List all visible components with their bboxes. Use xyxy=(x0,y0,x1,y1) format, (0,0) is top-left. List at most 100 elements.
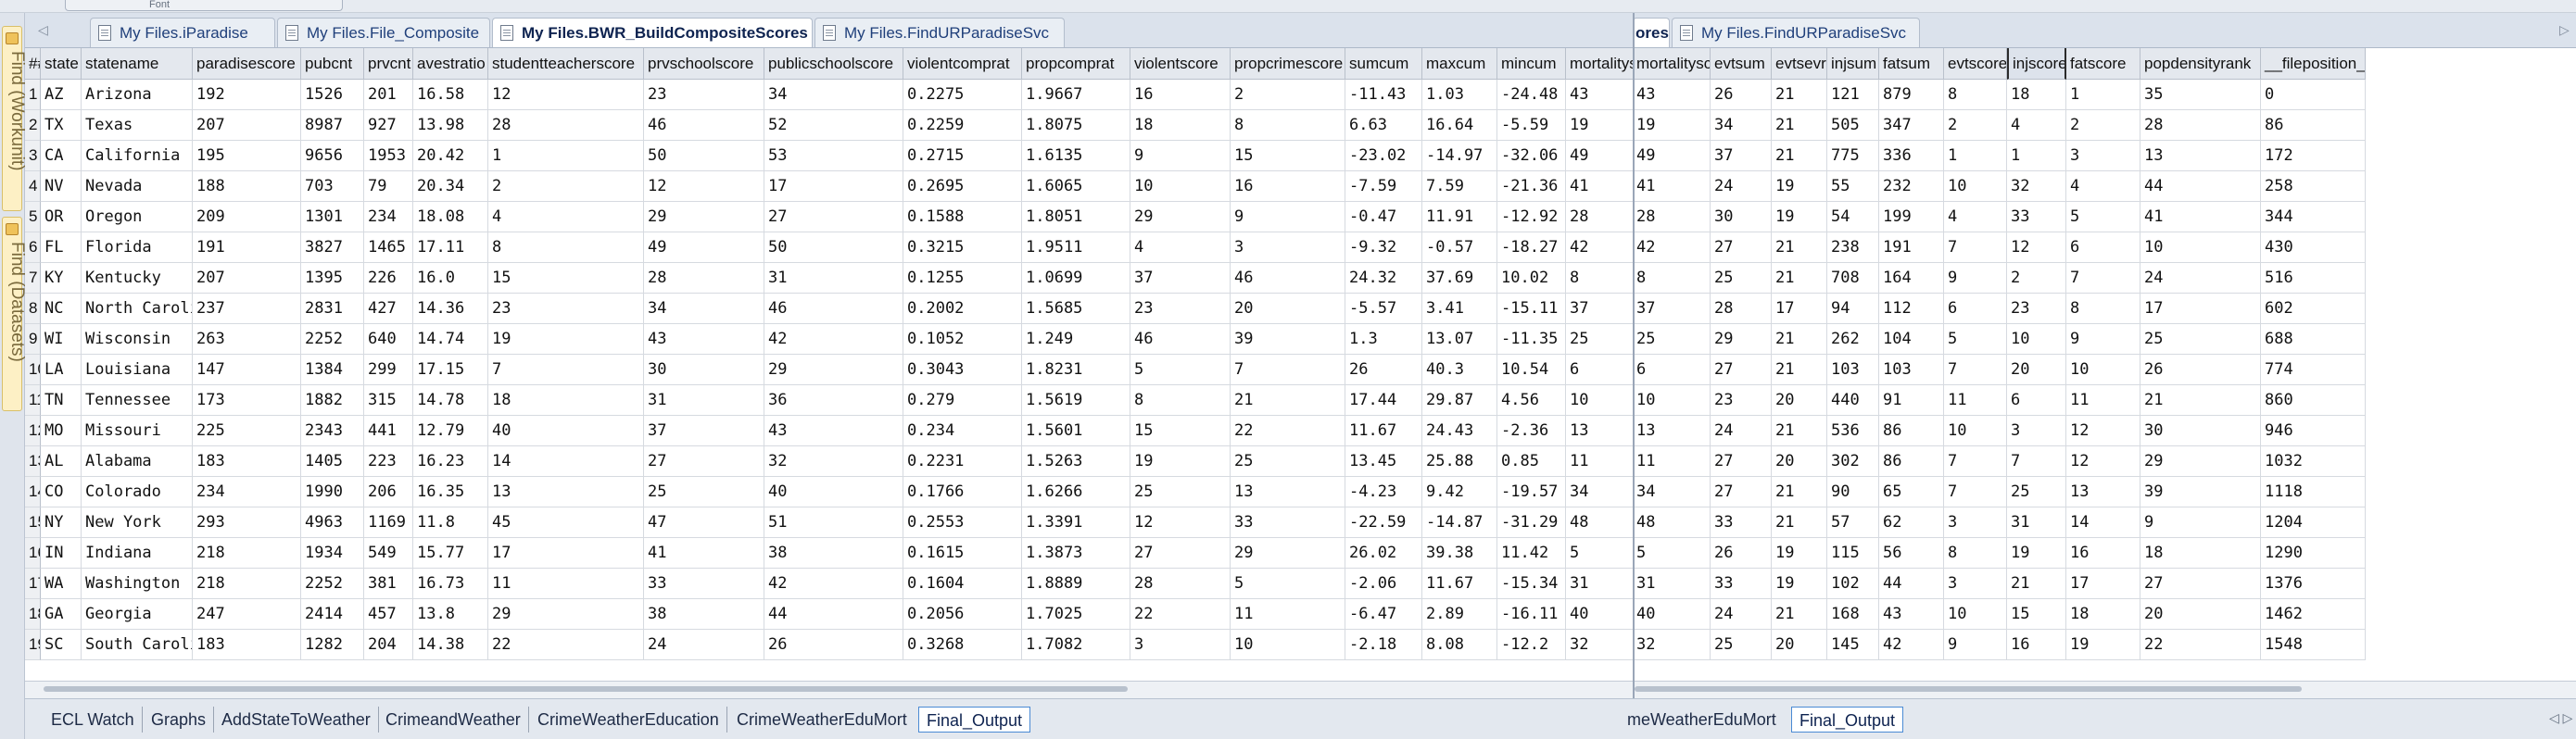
column-header[interactable]: propcrimescore xyxy=(1231,48,1345,80)
horizontal-scrollbar-right[interactable] xyxy=(1635,681,2576,698)
table-cell: 3.41 xyxy=(1422,294,1497,324)
tab-crimeweatheredumort-right[interactable]: meWeatherEduMort xyxy=(1627,707,1784,733)
tab-ecl-watch[interactable]: ECL Watch xyxy=(44,707,143,733)
column-header[interactable]: state xyxy=(41,48,82,80)
table-cell: 302 xyxy=(1827,446,1879,477)
table-cell: 33 xyxy=(1711,507,1772,538)
table-cell: 16.35 xyxy=(413,477,488,507)
table-cell: 7 xyxy=(1944,355,2007,385)
table-cell: 8 xyxy=(1635,263,1711,294)
tab-scroll-right-icon[interactable]: ▷ xyxy=(2559,22,2570,38)
tab-addstatetoweather[interactable]: AddStateToWeather xyxy=(214,707,379,733)
column-header[interactable]: mortalityscore xyxy=(1635,48,1711,80)
column-header[interactable]: evtsum xyxy=(1711,48,1772,80)
table-cell: 3 xyxy=(1130,630,1231,660)
table-cell: 293 xyxy=(193,507,301,538)
table-cell: 1118 xyxy=(2261,477,2366,507)
column-header[interactable]: fatscore xyxy=(2066,48,2140,80)
table-cell: 17.15 xyxy=(413,355,488,385)
table-cell: 18 xyxy=(2007,80,2066,110)
table-cell: 24 xyxy=(2140,263,2261,294)
column-header[interactable]: evtsevrat xyxy=(1772,48,1827,80)
document-tab-bar: ◁ My Files.iParadise My Files.File_Compo… xyxy=(25,13,1633,48)
tab-crimeweathereducation[interactable]: CrimeWeatherEducation xyxy=(530,707,727,733)
table-cell: 9 xyxy=(1944,263,2007,294)
find-workunit-tab[interactable]: Find (Workunit) xyxy=(2,26,27,211)
table-cell: 53 xyxy=(764,141,903,171)
column-header[interactable]: injscore xyxy=(2007,48,2066,80)
column-header[interactable]: injsum xyxy=(1827,48,1879,80)
table-cell: 9656 xyxy=(301,141,364,171)
table-cell: 28 xyxy=(1566,202,1633,232)
column-header[interactable]: __fileposition__ xyxy=(2261,48,2366,80)
table-cell: 192 xyxy=(193,80,301,110)
tab-file-composite[interactable]: My Files.File_Composite xyxy=(277,18,490,47)
tab-findurparadisesvc[interactable]: My Files.FindURParadiseSvc xyxy=(814,18,1065,47)
table-cell: Texas xyxy=(82,110,193,141)
result-grid-right[interactable]: mortalityscoreevtsumevtsevratinjsumfatsu… xyxy=(1635,48,2576,681)
table-cell: 201 xyxy=(364,80,413,110)
table-cell: -24.48 xyxy=(1497,80,1566,110)
top-toolbar-strip: Font xyxy=(0,0,2576,13)
scrollbar-thumb[interactable] xyxy=(1635,686,2302,692)
table-cell: 33 xyxy=(644,569,764,599)
tab-final-output-right[interactable]: Final_Output xyxy=(1791,707,1904,733)
column-header[interactable]: mincum xyxy=(1497,48,1566,80)
column-header[interactable]: fatsum xyxy=(1879,48,1944,80)
font-tab[interactable]: Font xyxy=(65,0,343,11)
table-cell: 20 xyxy=(1772,446,1827,477)
column-header[interactable]: evtscore xyxy=(1944,48,2007,80)
scrollbar-thumb[interactable] xyxy=(44,686,1128,692)
table-cell: 33 xyxy=(2007,202,2066,232)
table-cell: 1169 xyxy=(364,507,413,538)
table-cell: 10 xyxy=(2007,324,2066,355)
horizontal-scrollbar[interactable] xyxy=(25,681,1633,698)
table-cell: 218 xyxy=(193,569,301,599)
column-header[interactable]: violentcomprat xyxy=(903,48,1022,80)
find-datasets-tab[interactable]: Find (Datasets) xyxy=(2,217,27,411)
column-header[interactable]: statename xyxy=(82,48,193,80)
column-header[interactable]: paradisescore xyxy=(193,48,301,80)
tab-iparadise[interactable]: My Files.iParadise xyxy=(90,18,275,47)
tab-final-output[interactable]: Final_Output xyxy=(918,707,1031,733)
table-cell: 43 xyxy=(1635,80,1711,110)
column-header[interactable]: ## xyxy=(25,48,41,80)
tab-crimeandweather[interactable]: CrimeandWeather xyxy=(378,707,529,733)
tab-bwr-buildcompositescores[interactable]: My Files.BWR_BuildCompositeScores xyxy=(492,18,813,47)
column-header[interactable]: prvschoolscore xyxy=(644,48,764,80)
column-header[interactable]: sumcum xyxy=(1345,48,1422,80)
table-cell: 8 xyxy=(488,232,644,263)
tab-crimeweatheredumort[interactable]: CrimeWeatherEduMort xyxy=(729,707,915,733)
tab-findurparadisesvc-right[interactable]: My Files.FindURParadiseSvc xyxy=(1672,18,1920,47)
column-header[interactable]: popdensityrank xyxy=(2140,48,2261,80)
column-header[interactable]: propcomprat xyxy=(1022,48,1130,80)
table-cell: 16.73 xyxy=(413,569,488,599)
column-header[interactable]: publicschoolscore xyxy=(764,48,903,80)
table-cell: 263 xyxy=(193,324,301,355)
column-header[interactable]: mortalityscore xyxy=(1566,48,1633,80)
table-cell: -16.11 xyxy=(1497,599,1566,630)
tab-scroll-left-icon[interactable]: ◁ xyxy=(38,22,48,38)
column-header[interactable]: maxcum xyxy=(1422,48,1497,80)
table-cell: 11.67 xyxy=(1422,569,1497,599)
table-cell: 26 xyxy=(1711,80,1772,110)
table-cell: 16 xyxy=(1130,80,1231,110)
table-cell: 8 xyxy=(2066,294,2140,324)
table-cell: 18 xyxy=(488,385,644,416)
column-header[interactable]: prvcnt xyxy=(364,48,413,80)
table-cell: 10 xyxy=(2066,355,2140,385)
tab-composite-scores-partial[interactable]: ores xyxy=(1635,18,1670,47)
column-header[interactable]: studentteacherscore xyxy=(488,48,644,80)
table-cell: Washington xyxy=(82,569,193,599)
table-cell: 1384 xyxy=(301,355,364,385)
table-cell: 31 xyxy=(1566,569,1633,599)
table-cell: 41 xyxy=(2140,202,2261,232)
column-header[interactable]: violentscore xyxy=(1130,48,1231,80)
table-cell: 10.54 xyxy=(1497,355,1566,385)
table-cell: 12 xyxy=(2007,232,2066,263)
result-grid[interactable]: ##statestatenameparadisescorepubcntprvcn… xyxy=(25,48,1633,681)
tab-scroll-arrows-icon[interactable]: ◁ ▷ xyxy=(2549,710,2572,726)
column-header[interactable]: pubcnt xyxy=(301,48,364,80)
tab-graphs[interactable]: Graphs xyxy=(144,707,215,733)
column-header[interactable]: avestratio xyxy=(413,48,488,80)
